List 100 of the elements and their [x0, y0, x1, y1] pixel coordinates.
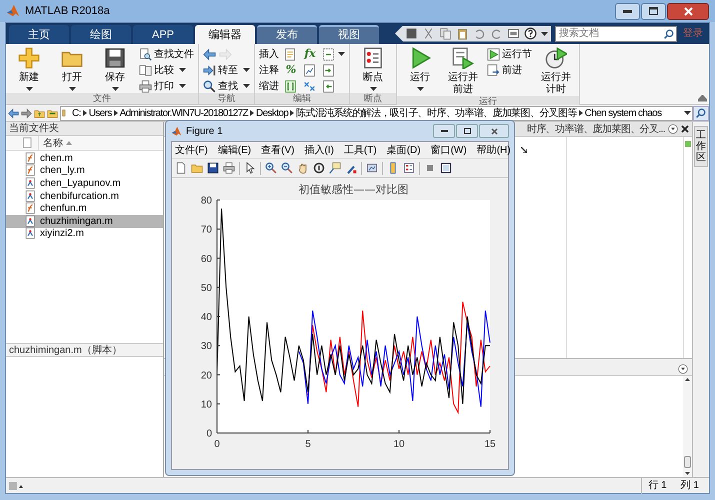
scrollbar-thumb[interactable] — [684, 456, 691, 468]
close-button[interactable] — [479, 124, 509, 138]
script-file-icon — [25, 214, 37, 228]
file-row[interactable]: chen_Lyapunov.m — [6, 177, 163, 190]
ribbon-button[interactable]: % — [284, 63, 298, 77]
dashed-document-icon — [322, 48, 335, 60]
column-header[interactable]: 名称 — [43, 136, 72, 150]
ribbon-button[interactable]: 插入 — [259, 47, 279, 61]
ribbon-group-label: 断点 — [350, 93, 396, 104]
file-row[interactable]: chen.m — [6, 152, 163, 165]
ribbon-button[interactable]: 运行并计时 — [537, 47, 575, 96]
caret-icon — [68, 87, 76, 91]
back-arrow-icon — [8, 108, 19, 118]
breadcrumb-arrow-icon — [250, 110, 254, 116]
tick-label: 40 — [200, 312, 212, 323]
breadcrumb[interactable]: 陈式混沌系统的解法，吸引子、时序、功率谱、庞加莱图、分叉图等 — [296, 106, 577, 120]
ribbon-group-label: 编辑 — [255, 93, 349, 104]
tick-label: 0 — [206, 428, 212, 440]
ribbon-button[interactable]: 前进 — [487, 63, 532, 77]
breadcrumb[interactable]: Users — [88, 106, 112, 120]
ribbon-tab[interactable]: 绘图 — [71, 25, 131, 44]
breakpoints-icon — [362, 47, 384, 69]
link-plot-icon — [366, 162, 378, 174]
file-row[interactable]: chuzhimingan.m — [6, 214, 163, 228]
close-button[interactable] — [667, 2, 709, 20]
file-row[interactable]: chen_ly.m — [6, 164, 163, 178]
ribbon-button[interactable]: 查找文件 — [139, 47, 194, 61]
script-file-icon — [25, 176, 37, 190]
back-arrow-icon — [203, 48, 216, 60]
tick-label: 15 — [484, 439, 496, 450]
ribbon-button[interactable]: 打印 — [139, 79, 194, 93]
editor-tab[interactable]: 时序、功率谱、庞加莱图、分叉... — [526, 122, 665, 136]
function-file-icon — [25, 202, 37, 216]
maximize-icon — [464, 128, 470, 134]
data-cursor-icon — [329, 162, 341, 174]
close-icon — [490, 128, 498, 134]
tick-label: 80 — [200, 196, 212, 206]
scrollbar[interactable] — [683, 376, 692, 477]
indent-right-icon — [322, 64, 335, 76]
forward-arrow-icon — [219, 48, 232, 60]
window-icon — [507, 27, 520, 40]
icon-button[interactable] — [303, 63, 317, 77]
ribbon-tab[interactable]: 发布 — [257, 25, 317, 44]
menu-item[interactable]: 工具(T) — [344, 142, 377, 158]
breadcrumb-arrow-icon — [114, 110, 118, 116]
ribbon-tab[interactable]: 主页 — [9, 25, 69, 44]
ribbon-tab[interactable]: APP — [133, 25, 193, 44]
ribbon-button[interactable]: 注释 — [259, 63, 279, 77]
ribbon-button[interactable]: 打开 — [53, 47, 91, 91]
ribbon-button[interactable]: 断点 — [354, 47, 392, 91]
maximize-button[interactable] — [641, 2, 666, 20]
caret-icon — [112, 87, 118, 91]
maximize-button[interactable] — [456, 124, 478, 138]
breadcrumb[interactable]: Desktop — [256, 106, 288, 120]
ribbon-button[interactable]: 缩进 — [259, 79, 279, 93]
ribbon-button[interactable]: 比较 — [139, 63, 194, 77]
code-status-icon — [685, 141, 691, 147]
breadcrumb[interactable]: Chen system chaos — [584, 106, 662, 120]
file-row[interactable]: xiyinzi2.m — [6, 228, 163, 240]
tick-label: 10 — [393, 439, 405, 450]
bracket-icon — [284, 80, 297, 92]
breadcrumb[interactable]: Administrator.WIN7U-20180127Z — [120, 106, 248, 120]
minimize-button[interactable] — [433, 124, 455, 138]
file-row[interactable]: chenbifurcation.m — [6, 190, 163, 202]
tick-label: 10 — [200, 399, 212, 410]
ribbon-button[interactable]: fx — [303, 47, 317, 61]
ribbon-button[interactable]: 运行并前进 — [444, 47, 482, 96]
menu-item[interactable]: 窗口(W) — [430, 142, 467, 158]
ribbon-button[interactable]: 运行 — [401, 47, 439, 91]
matlab-logo-icon — [171, 126, 182, 136]
icon-button[interactable] — [322, 47, 345, 61]
search-icon — [696, 108, 706, 118]
path-field[interactable]: C: Users Administrator.WIN7U-20180127Z Desktop 陈式混沌系统的解法，吸引子、时序、功率谱、庞加莱图、分叉图等 Chen system chaos — [60, 106, 693, 120]
tick-label: 50 — [200, 282, 212, 294]
menu-item[interactable]: 帮助(H) — [476, 142, 511, 158]
menu-item[interactable]: 桌面(D) — [386, 142, 421, 158]
workspace-tab[interactable]: 工作区 — [694, 126, 708, 167]
file-row[interactable]: chenfun.m — [6, 202, 163, 215]
menu-item[interactable]: 编辑(E) — [218, 142, 252, 158]
icon-button[interactable] — [203, 47, 216, 61]
ribbon-tab[interactable]: 视图 — [319, 25, 379, 44]
stopwatch-play-icon — [545, 47, 567, 69]
ribbon-button[interactable]: 保存 — [96, 47, 134, 91]
menu-item[interactable]: 文件(F) — [175, 142, 208, 158]
caret-icon — [684, 111, 691, 115]
breadcrumb-arrow-icon — [82, 110, 87, 116]
ribbon-tab[interactable]: 编辑器 — [195, 25, 255, 44]
menu-item[interactable]: 查看(V) — [261, 142, 294, 158]
tick-label: 70 — [200, 224, 212, 236]
ribbon-button[interactable]: 运行节 — [487, 47, 532, 61]
column-indicator: 列 1 — [680, 479, 699, 493]
menu-item[interactable]: 插入(I) — [304, 142, 334, 158]
search-field[interactable]: 搜索文档 — [555, 26, 677, 42]
dropdown-circle-icon — [668, 124, 678, 134]
breadcrumb[interactable]: C: — [72, 106, 81, 120]
ribbon-button[interactable]: 查找 — [203, 79, 250, 93]
ribbon-button[interactable]: 新建 — [10, 47, 48, 91]
caret-icon — [26, 87, 32, 91]
minimize-button[interactable] — [615, 2, 640, 20]
ribbon-button[interactable]: 转至 — [203, 63, 250, 77]
